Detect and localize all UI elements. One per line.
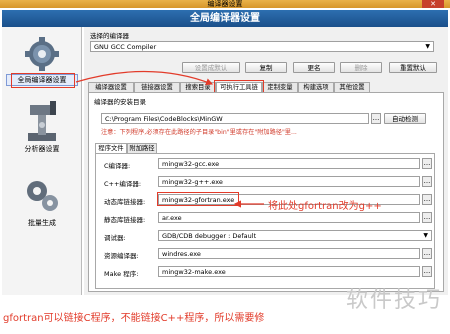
watermark: 软件技巧: [345, 288, 442, 313]
arrow-nav-to-tab: [75, 70, 214, 86]
bottom-annotation: gfortran可以链接C程序，不能链接C++程序，所以需要修: [3, 313, 265, 324]
annotation-text: 将此处gfortran改为g++: [268, 201, 382, 212]
